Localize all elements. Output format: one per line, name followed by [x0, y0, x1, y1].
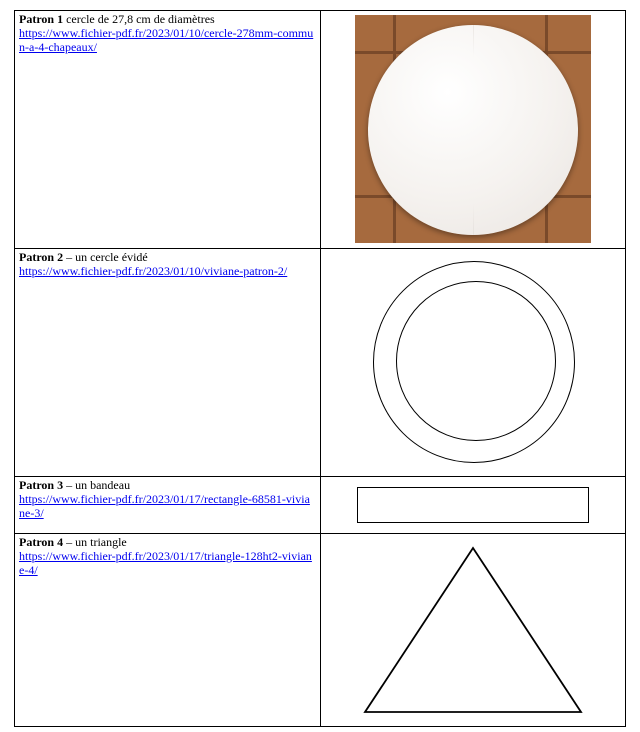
pattern4-cell-desc: Patron 4 – un triangle https://www.fichi… — [15, 534, 321, 727]
pattern4-desc: – un triangle — [63, 535, 127, 549]
pattern2-desc: – un cercle évidé — [63, 250, 148, 264]
pattern3-link[interactable]: https://www.fichier-pdf.fr/2023/01/17/re… — [19, 492, 310, 520]
pattern3-desc: – un bandeau — [63, 478, 130, 492]
pattern1-cell-desc: Patron 1 cercle de 27,8 cm de diamètres … — [15, 11, 321, 249]
pattern3-cell-desc: Patron 3 – un bandeau https://www.fichie… — [15, 477, 321, 534]
pattern2-link[interactable]: https://www.fichier-pdf.fr/2023/01/10/vi… — [19, 264, 287, 278]
pattern1-photo-circle — [355, 15, 591, 243]
pattern2-figure-annulus — [363, 255, 583, 470]
pattern3-cell-img — [320, 477, 626, 534]
pattern3-figure-rectangle — [357, 487, 589, 523]
pattern4-link[interactable]: https://www.fichier-pdf.fr/2023/01/17/tr… — [19, 549, 312, 577]
pattern4-figure-triangle — [353, 540, 593, 720]
pattern4-cell-img — [320, 534, 626, 727]
pattern1-desc: cercle de 27,8 cm de diamètres — [63, 12, 215, 26]
pattern2-title: Patron 2 — [19, 250, 63, 264]
pattern1-link[interactable]: https://www.fichier-pdf.fr/2023/01/10/ce… — [19, 26, 313, 54]
pattern1-cell-img — [320, 11, 626, 249]
patterns-table: Patron 1 cercle de 27,8 cm de diamètres … — [14, 10, 626, 727]
pattern2-cell-img — [320, 249, 626, 477]
pattern4-title: Patron 4 — [19, 535, 63, 549]
pattern2-cell-desc: Patron 2 – un cercle évidé https://www.f… — [15, 249, 321, 477]
pattern3-title: Patron 3 — [19, 478, 63, 492]
pattern1-title: Patron 1 — [19, 12, 63, 26]
